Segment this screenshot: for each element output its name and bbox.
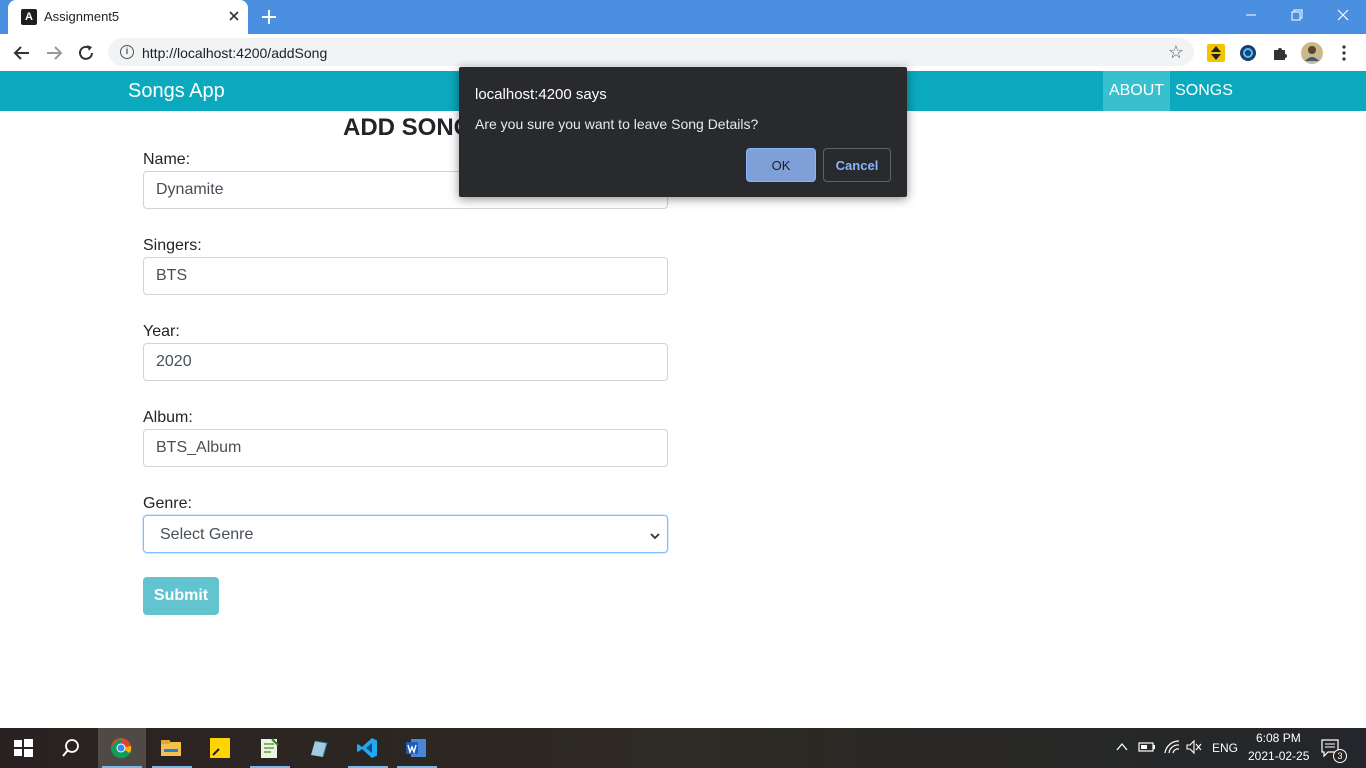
- search-icon: [62, 739, 79, 757]
- name-label: Name:: [143, 151, 191, 168]
- show-hidden-icons-chevron-up-icon[interactable]: [1114, 739, 1130, 755]
- year-label: Year:: [143, 323, 180, 340]
- taskbar-file-explorer[interactable]: [148, 728, 196, 768]
- minimize-icon[interactable]: [1228, 0, 1274, 30]
- battery-icon[interactable]: [1138, 739, 1156, 755]
- angular-favicon-icon: A: [21, 9, 37, 25]
- close-window-icon[interactable]: [1320, 0, 1366, 30]
- browser-tab[interactable]: A Assignment5: [8, 0, 248, 34]
- notepad-plus-icon: [261, 738, 279, 758]
- alert-dialog: localhost:4200 says Are you sure you wan…: [459, 67, 907, 197]
- singers-label: Singers:: [143, 237, 202, 254]
- year-input[interactable]: [143, 343, 668, 381]
- singers-input[interactable]: [143, 257, 668, 295]
- album-label: Album:: [143, 409, 193, 426]
- browser-tabstrip: A Assignment5: [0, 0, 1366, 34]
- submit-button[interactable]: Submit: [143, 577, 219, 615]
- taskbar-notepad-plus[interactable]: [246, 728, 294, 768]
- search-button[interactable]: [48, 728, 96, 768]
- info-icon[interactable]: i: [120, 45, 134, 59]
- browser-menu-icon[interactable]: [1334, 43, 1354, 63]
- nav-songs-link[interactable]: SONGS: [1170, 71, 1238, 111]
- page-title: ADD SONG: [343, 114, 473, 141]
- dialog-message: Are you sure you want to leave Song Deta…: [475, 116, 759, 132]
- new-tab-icon[interactable]: [258, 6, 280, 28]
- clock-time[interactable]: 6:08 PM: [1256, 731, 1301, 745]
- vscode-icon: [357, 738, 377, 758]
- forward-arrow-icon[interactable]: [42, 41, 66, 65]
- restore-icon[interactable]: [1274, 0, 1320, 30]
- nav-about-link[interactable]: ABOUT: [1103, 71, 1170, 111]
- volume-muted-icon[interactable]: [1185, 739, 1203, 755]
- tab-title: Assignment5: [44, 9, 120, 24]
- start-button[interactable]: [0, 728, 48, 768]
- taskbar-snipping-tool[interactable]: [295, 728, 343, 768]
- clock-date[interactable]: 2021-02-25: [1248, 749, 1309, 763]
- url-text: http://localhost:4200/addSong: [142, 45, 328, 61]
- notification-count-badge: 3: [1333, 749, 1347, 763]
- profile-avatar[interactable]: [1300, 41, 1324, 65]
- reload-icon[interactable]: [74, 41, 98, 65]
- wifi-icon[interactable]: [1163, 739, 1181, 755]
- album-input[interactable]: [143, 429, 668, 467]
- browser-toolbar: i http://localhost:4200/addSong ☆: [0, 34, 1366, 71]
- windows-taskbar: ENG 3: [0, 728, 1366, 768]
- dialog-cancel-button[interactable]: Cancel: [823, 148, 891, 182]
- taskbar-chrome[interactable]: [98, 728, 146, 768]
- taskbar-sticky-notes[interactable]: [197, 728, 245, 768]
- back-arrow-icon[interactable]: [10, 41, 34, 65]
- address-bar[interactable]: i http://localhost:4200/addSong ☆: [108, 38, 1194, 66]
- chrome-icon: [110, 738, 132, 759]
- genre-select-value: Select Genre: [160, 526, 254, 543]
- word-icon: [406, 739, 426, 757]
- start-icon: [14, 739, 33, 757]
- dialog-ok-button[interactable]: OK: [746, 148, 816, 182]
- sticky-notes-icon: [210, 738, 230, 758]
- snipping-tool-icon: [311, 740, 328, 758]
- taskbar-word[interactable]: [393, 728, 441, 768]
- app-brand[interactable]: Songs App: [128, 80, 225, 103]
- taskbar-vscode[interactable]: [344, 728, 392, 768]
- tab-close-icon[interactable]: [224, 6, 244, 26]
- chevron-down-icon: [649, 529, 661, 547]
- bookmark-star-icon[interactable]: ☆: [1168, 43, 1184, 61]
- genre-select[interactable]: Select Genre: [143, 515, 668, 553]
- language-indicator[interactable]: ENG: [1212, 741, 1238, 768]
- extension-yellow-icon[interactable]: [1206, 43, 1226, 63]
- dialog-title: localhost:4200 says: [475, 86, 607, 103]
- file-explorer-icon: [161, 740, 181, 756]
- extension-circle-icon[interactable]: [1238, 43, 1258, 63]
- extensions-puzzle-icon[interactable]: [1270, 43, 1290, 63]
- genre-label: Genre:: [143, 495, 192, 512]
- notification-center-icon[interactable]: 3: [1318, 736, 1348, 763]
